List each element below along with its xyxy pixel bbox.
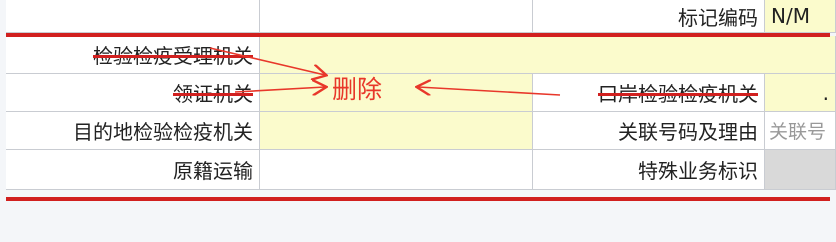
arrow-from-row2-left	[234, 87, 325, 92]
arrow-from-row1	[209, 47, 325, 75]
arrow-from-row2-right	[418, 87, 561, 96]
delete-annotation: 删除	[332, 75, 383, 104]
form-panel: 标记编码 N/M 检验检疫受理机关 领证机关 口岸检验检疫机关 . 目的地检验检…	[0, 0, 836, 242]
annotation-arrows	[209, 47, 561, 96]
